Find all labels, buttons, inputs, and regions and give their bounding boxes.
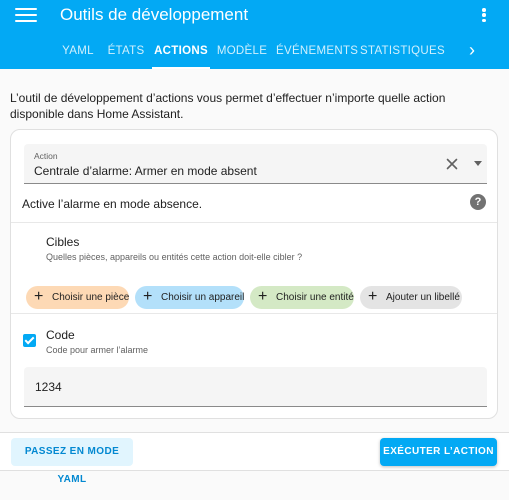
tab-states[interactable]: ÉTATS: [104, 34, 148, 69]
plus-icon: +: [258, 288, 268, 305]
code-input-value: 1234: [35, 380, 62, 394]
targets-subtitle: Quelles pièces, appareils ou entités cet…: [46, 252, 303, 262]
plus-icon: +: [34, 288, 44, 305]
choose-entity-label: Choisir une entité: [276, 292, 354, 303]
choose-entity-button[interactable]: + Choisir une entité: [250, 286, 354, 309]
app-header: Outils de développement YAML ÉTATS ACTIO…: [0, 0, 509, 69]
more-options-icon[interactable]: [478, 6, 490, 24]
divider: [11, 313, 497, 314]
divider: [11, 222, 497, 223]
choose-device-button[interactable]: + Choisir un appareil: [135, 286, 244, 309]
action-select[interactable]: Action Centrale d’alarme: Armer en mode …: [24, 144, 487, 184]
run-action-button[interactable]: EXÉCUTER L’ACTION: [380, 438, 497, 466]
tab-yaml[interactable]: YAML: [58, 34, 98, 69]
tab-statistics[interactable]: STATISTIQUES: [360, 34, 445, 69]
action-select-value: Centrale d’alarme: Armer en mode absent: [34, 164, 257, 178]
help-circle-icon[interactable]: ?: [470, 194, 486, 210]
plus-icon: +: [368, 288, 378, 305]
chevron-right-icon[interactable]: ›: [462, 34, 482, 69]
targets-title: Cibles: [46, 235, 80, 249]
tab-template[interactable]: MODÈLE: [214, 34, 270, 69]
choose-device-label: Choisir un appareil: [161, 292, 245, 303]
action-description: Active l’alarme en mode absence.: [22, 197, 203, 211]
intro-text: L’outil de développement d’actions vous …: [10, 91, 446, 121]
add-label-label: Ajouter un libellé: [386, 292, 460, 303]
plus-icon: +: [143, 288, 153, 305]
menu-icon[interactable]: [14, 6, 38, 24]
yaml-mode-button[interactable]: PASSEZ EN MODE YAML: [11, 438, 133, 485]
action-card: Action Centrale d’alarme: Armer en mode …: [10, 129, 498, 419]
code-checkbox[interactable]: [23, 334, 36, 347]
page-title: Outils de développement: [60, 5, 249, 24]
footer-bar: PASSEZ EN MODE YAML EXÉCUTER L’ACTION: [0, 432, 509, 485]
action-select-label: Action: [34, 151, 58, 161]
choose-area-label: Choisir une pièce: [52, 292, 130, 303]
code-input[interactable]: 1234: [24, 367, 487, 407]
tab-events[interactable]: ÉVÉNEMENTS: [276, 34, 358, 69]
choose-area-button[interactable]: + Choisir une pièce: [26, 286, 129, 309]
close-icon[interactable]: [445, 157, 459, 171]
code-helper-text: Code pour armer l’alarme: [46, 345, 149, 355]
add-label-button[interactable]: + Ajouter un libellé: [360, 286, 462, 309]
tab-bar: YAML ÉTATS ACTIONS MODÈLE ÉVÉNEMENTS STA…: [0, 34, 509, 69]
code-label: Code: [46, 328, 75, 342]
tab-actions[interactable]: ACTIONS: [152, 34, 210, 69]
menu-down-icon[interactable]: [474, 161, 482, 166]
